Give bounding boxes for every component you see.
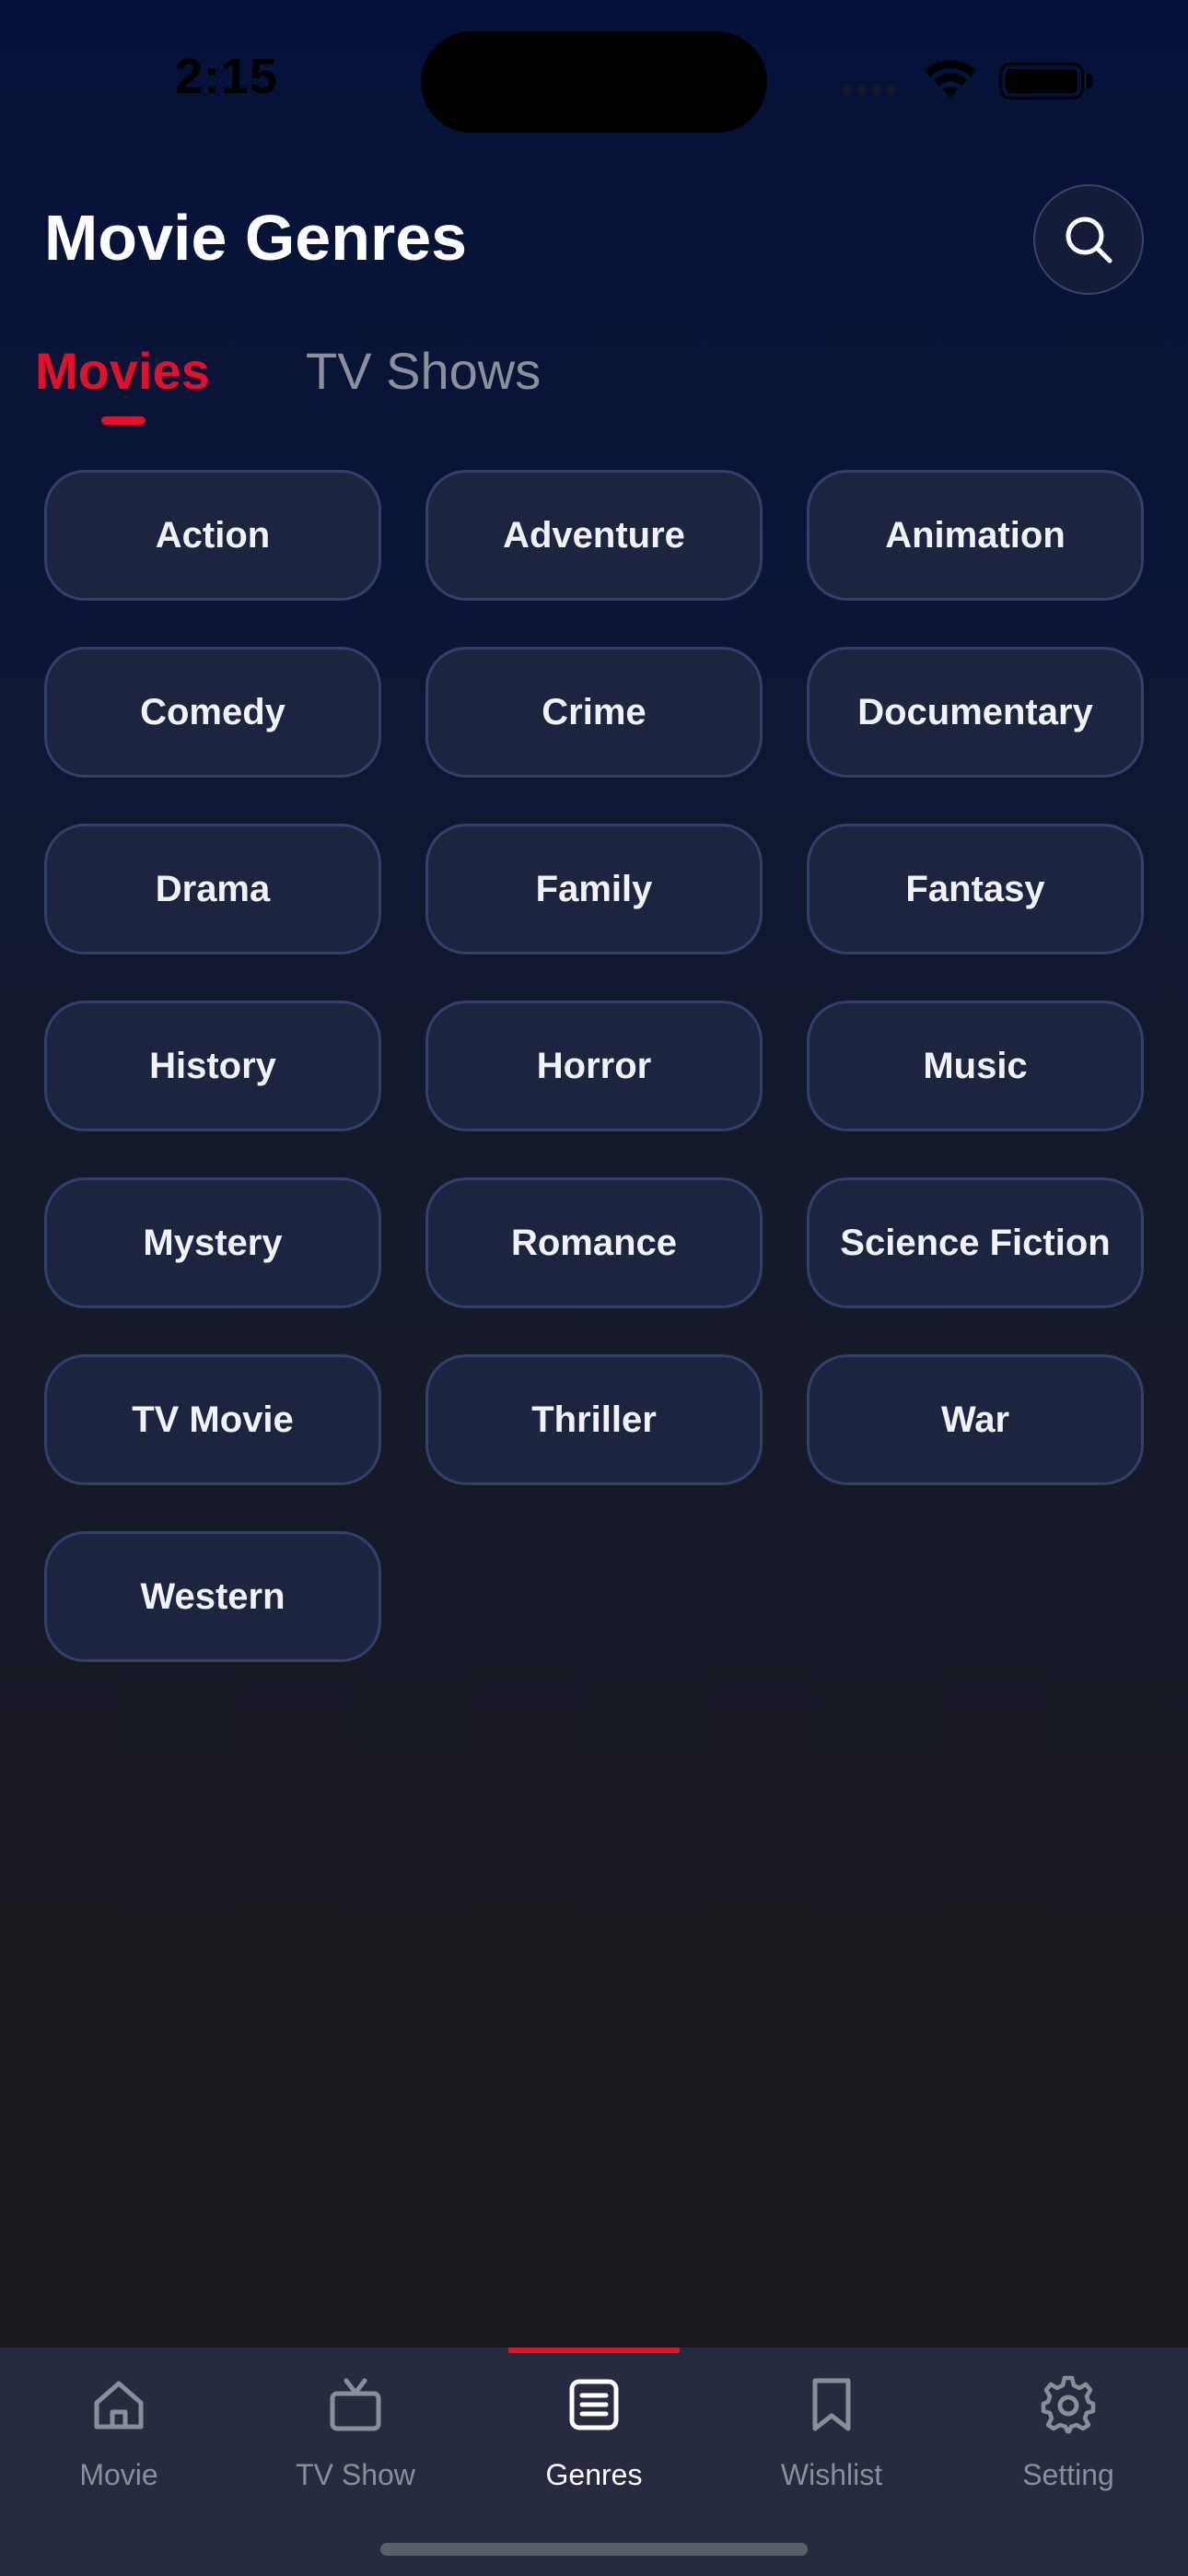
genre-chip-documentary[interactable]: Documentary [807,647,1144,778]
nav-label-genres: Genres [545,2458,643,2491]
home-icon [84,2370,154,2440]
genre-chip-history[interactable]: History [44,1001,381,1131]
active-tab-indicator [101,416,146,425]
tab-tv-shows[interactable]: TV Shows [306,341,541,401]
genre-chip-family[interactable]: Family [425,824,763,954]
genre-chip-tv-movie[interactable]: TV Movie [44,1354,381,1485]
nav-item-tv-show[interactable]: TV Show [263,2370,448,2508]
genre-chip-music[interactable]: Music [807,1001,1144,1131]
genre-chip-romance[interactable]: Romance [425,1177,763,1308]
page-title: Movie Genres [44,202,468,274]
dynamic-island [421,31,767,133]
wifi-icon [925,60,976,98]
genre-chip-fantasy[interactable]: Fantasy [807,824,1144,954]
genre-chip-comedy[interactable]: Comedy [44,647,381,778]
nav-label-wishlist: Wishlist [780,2458,883,2491]
nav-label-setting: Setting [1022,2458,1114,2491]
genre-chip-science-fiction[interactable]: Science Fiction [807,1177,1144,1308]
active-nav-indicator [508,2348,680,2353]
nav-item-wishlist[interactable]: Wishlist [740,2370,924,2508]
genre-chip-horror[interactable]: Horror [425,1001,763,1131]
nav-label-tv-show: TV Show [296,2458,415,2491]
genre-chip-western[interactable]: Western [44,1531,381,1662]
genre-chip-crime[interactable]: Crime [425,647,763,778]
bottom-nav: Movie TV Show Genres Wishlist Setting [0,2348,1188,2576]
nav-item-setting[interactable]: Setting [976,2370,1160,2508]
genre-chip-war[interactable]: War [807,1354,1144,1485]
status-bar: 2:15 [0,0,1188,157]
list-icon [559,2370,629,2440]
genre-chip-thriller[interactable]: Thriller [425,1354,763,1485]
bookmark-icon [797,2370,867,2440]
nav-item-genres[interactable]: Genres [502,2370,686,2508]
cellular-signal-icon [843,86,898,95]
content-type-tabs: Movies TV Shows [0,332,1188,433]
nav-item-movie[interactable]: Movie [27,2370,211,2508]
genre-chip-drama[interactable]: Drama [44,824,381,954]
tv-icon [320,2370,390,2440]
tab-movies[interactable]: Movies [35,341,210,401]
battery-cap [1087,74,1092,88]
search-icon [1066,217,1112,263]
genre-chip-mystery[interactable]: Mystery [44,1177,381,1308]
genre-chip-action[interactable]: Action [44,470,381,601]
genre-chip-animation[interactable]: Animation [807,470,1144,601]
home-indicator[interactable] [380,2543,808,2556]
genre-grid: Action Adventure Animation Comedy Crime … [44,470,1144,1662]
status-time: 2:15 [175,49,279,104]
gear-icon [1033,2370,1103,2440]
nav-label-movie: Movie [79,2458,158,2491]
search-button[interactable] [1033,184,1144,295]
battery-icon [999,63,1084,100]
genre-chip-adventure[interactable]: Adventure [425,470,763,601]
